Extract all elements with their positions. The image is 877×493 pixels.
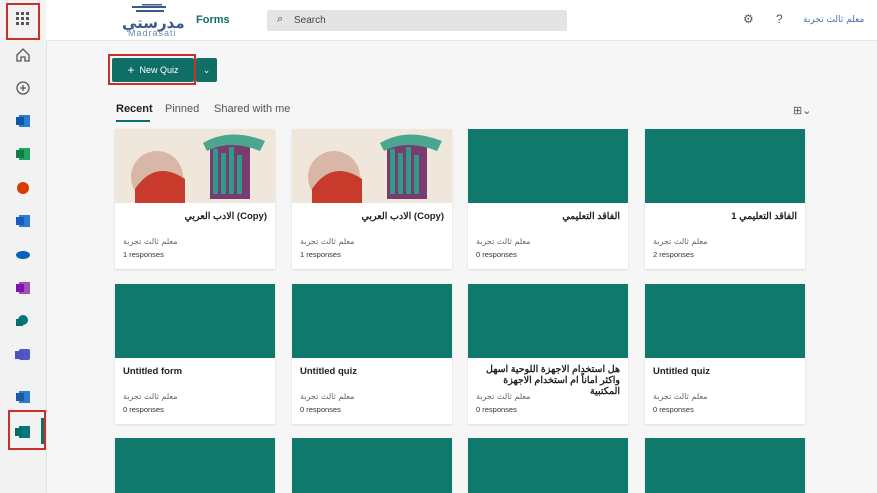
teams-icon[interactable] xyxy=(14,345,32,363)
form-card[interactable] xyxy=(645,438,805,493)
onenote-icon[interactable] xyxy=(14,279,32,297)
tab-shared[interactable]: Shared with me xyxy=(214,103,290,115)
card-owner: معلم ثالث تجربة xyxy=(300,392,355,401)
top-bar: مدرستي Madrasati Forms ⌕ Search ⚙ ? معلم… xyxy=(46,0,877,41)
card-owner: معلم ثالث تجربة xyxy=(653,392,708,401)
card-owner: معلم ثالث تجربة xyxy=(123,237,178,246)
highlight-forms xyxy=(8,410,46,450)
card-responses: 1 responses xyxy=(300,250,341,259)
thumbnail-teal xyxy=(468,284,628,358)
form-card[interactable] xyxy=(115,438,275,493)
card-title: Untitled form xyxy=(123,366,183,377)
form-card[interactable]: Untitled form معلم ثالث تجربة 0 response… xyxy=(115,284,275,424)
outlook-icon[interactable] xyxy=(14,112,32,130)
card-title: (Copy) الادب العربي xyxy=(361,211,444,222)
form-card[interactable] xyxy=(468,438,628,493)
card-responses: 0 responses xyxy=(300,405,341,414)
thumbnail-teal xyxy=(115,438,275,493)
card-responses: 2 responses xyxy=(653,250,694,259)
thumbnail-teal xyxy=(645,129,805,203)
thumbnail-teal xyxy=(468,438,628,493)
tab-recent[interactable]: Recent xyxy=(116,103,153,115)
tab-underline xyxy=(116,120,150,122)
gear-icon[interactable]: ⚙ xyxy=(743,12,754,26)
user-name[interactable]: معلم ثالث تجربة xyxy=(803,15,864,25)
form-card[interactable]: هل استخدام الاجهزة اللوحية اسهل واكثر ام… xyxy=(468,284,628,424)
home-icon[interactable] xyxy=(14,46,32,64)
card-title: الفاقد التعليمي 1 xyxy=(731,211,797,222)
thumbnail-teal xyxy=(292,284,452,358)
search-icon: ⌕ xyxy=(277,13,284,25)
sharepoint-icon[interactable] xyxy=(14,312,32,330)
form-card[interactable]: Untitled quiz معلم ثالث تجربة 0 response… xyxy=(292,284,452,424)
highlight-new-quiz xyxy=(108,54,196,85)
app-name[interactable]: Forms xyxy=(196,14,230,26)
word-icon[interactable] xyxy=(14,212,32,230)
card-responses: 1 responses xyxy=(123,250,164,259)
card-responses: 0 responses xyxy=(476,250,517,259)
card-title: الفاقد التعليمي xyxy=(562,211,620,222)
thumbnail-teal xyxy=(645,284,805,358)
thumbnail-teal xyxy=(292,438,452,493)
card-owner: معلم ثالث تجربة xyxy=(476,392,531,401)
card-owner: معلم ثالث تجربة xyxy=(300,237,355,246)
thumbnail-teal xyxy=(645,438,805,493)
form-card[interactable]: الفاقد التعليمي 1 معلم ثالث تجربة 2 resp… xyxy=(645,129,805,269)
card-owner: معلم ثالث تجربة xyxy=(123,392,178,401)
card-responses: 0 responses xyxy=(123,405,164,414)
tab-pinned[interactable]: Pinned xyxy=(165,103,199,115)
form-card[interactable]: (Copy) الادب العربي معلم ثالث تجربة 1 re… xyxy=(115,129,275,269)
thumbnail-image xyxy=(292,129,452,203)
help-icon[interactable]: ? xyxy=(776,12,783,26)
highlight-waffle xyxy=(6,3,40,40)
card-title: Untitled quiz xyxy=(653,366,710,377)
search-input[interactable]: ⌕ Search xyxy=(267,10,567,31)
thumbnail-teal xyxy=(468,129,628,203)
create-icon[interactable] xyxy=(14,79,32,97)
form-card[interactable]: الفاقد التعليمي معلم ثالث تجربة 0 respon… xyxy=(468,129,628,269)
grid-view-icon[interactable]: ⊞⌄ xyxy=(793,104,811,117)
powerpoint-icon[interactable] xyxy=(14,388,32,406)
card-owner: معلم ثالث تجربة xyxy=(653,237,708,246)
logo-subtext: Madrasati xyxy=(128,28,177,38)
card-responses: 0 responses xyxy=(476,405,517,414)
office-icon[interactable] xyxy=(14,179,32,197)
card-title: (Copy) الادب العربي xyxy=(184,211,267,222)
card-owner: معلم ثالث تجربة xyxy=(476,237,531,246)
form-card[interactable] xyxy=(292,438,452,493)
form-card[interactable]: Untitled quiz معلم ثالث تجربة 0 response… xyxy=(645,284,805,424)
card-title: Untitled quiz xyxy=(300,366,357,377)
form-card[interactable]: (Copy) الادب العربي معلم ثالث تجربة 1 re… xyxy=(292,129,452,269)
onedrive-icon[interactable] xyxy=(14,245,32,263)
logo[interactable]: مدرستي Madrasati xyxy=(118,4,185,38)
thumbnail-image xyxy=(115,129,275,203)
card-responses: 0 responses xyxy=(653,405,694,414)
new-quiz-dropdown[interactable]: ⌄ xyxy=(196,58,217,82)
excel-icon[interactable] xyxy=(14,145,32,163)
thumbnail-teal xyxy=(115,284,275,358)
search-placeholder: Search xyxy=(294,15,326,26)
